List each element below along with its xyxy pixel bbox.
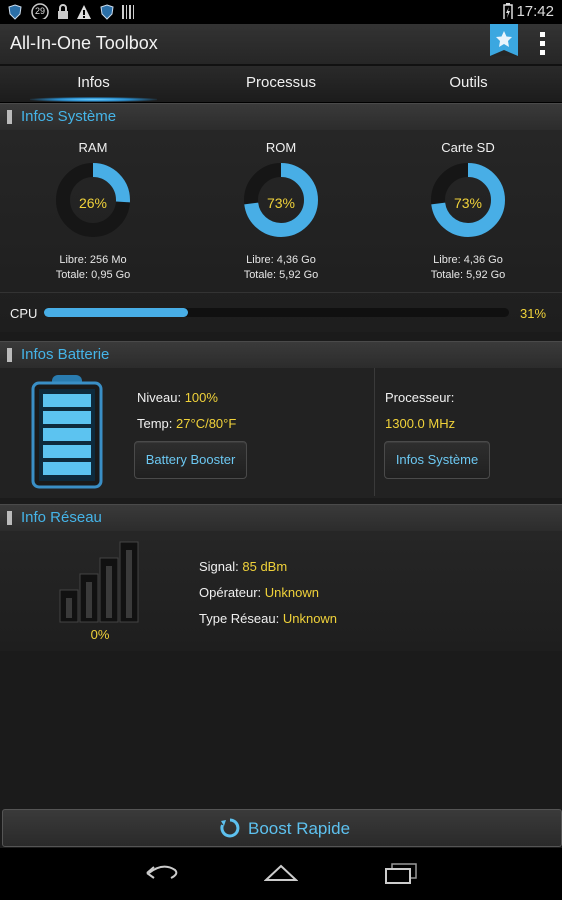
boost-refresh-icon (220, 818, 240, 838)
processor-label: Processeur: (385, 390, 455, 405)
network-type-value: Unknown (282, 611, 338, 626)
tab-processus[interactable]: Processus (187, 66, 375, 102)
cpu-progress-bar (44, 308, 509, 317)
favorite-button[interactable] (490, 24, 518, 56)
overflow-menu-icon[interactable] (532, 30, 552, 58)
home-icon[interactable] (264, 862, 298, 884)
rom-free: Libre: 4,36 Go (246, 254, 316, 266)
action-bar: All-In-One Toolbox (0, 24, 562, 66)
network-type-label: Type Réseau: (199, 611, 280, 626)
section-title: Infos Système (21, 108, 117, 125)
battery-info-header: Infos Batterie (0, 341, 562, 369)
ram-title: RAM (78, 140, 108, 155)
battery-level-label: Niveau: (137, 390, 182, 405)
ram-gauge: RAM 26% Libre: 256 Mo Totale: 0,95 Go (48, 140, 138, 281)
battery-charging-icon (503, 3, 513, 19)
sd-title: Carte SD (441, 140, 495, 155)
cpu-progress-fill (44, 308, 189, 317)
lock-icon (58, 4, 68, 19)
battery-temp: Temp: 27°C/80°F (137, 416, 236, 431)
sd-percent: 73% (453, 195, 483, 211)
signal-label: Signal: (199, 559, 239, 574)
notification-count: 29 (34, 6, 45, 16)
boost-label: Boost Rapide (248, 819, 351, 838)
signal-bars-icon (59, 541, 139, 623)
system-info-button[interactable]: Infos Système (384, 441, 490, 479)
sd-gauge: Carte SD 73% Libre: 4,36 Go Totale: 5,92… (423, 140, 513, 281)
boost-button[interactable]: Boost Rapide (2, 809, 562, 847)
battery-cell (43, 462, 91, 475)
battery-cell (43, 394, 91, 407)
section-title: Infos Batterie (21, 346, 110, 363)
system-info-header: Infos Système (0, 103, 562, 131)
operator-value: Unknown (264, 585, 319, 600)
barcode-icon (122, 5, 134, 19)
battery-booster-button[interactable]: Battery Booster (134, 441, 247, 479)
clock: 17:42 (516, 3, 554, 20)
section-title: Info Réseau (21, 509, 102, 526)
back-icon[interactable] (145, 862, 179, 884)
battery-cell (43, 445, 91, 458)
rom-gauge: ROM 73% Libre: 4,36 Go Totale: 5,92 Go (236, 140, 326, 281)
status-bar: 29 17:42 (0, 0, 562, 24)
tab-outils[interactable]: Outils (375, 66, 562, 102)
network-type-row: Type Réseau: Unknown (199, 611, 337, 626)
recents-icon[interactable] (384, 862, 418, 884)
ram-total: Totale: 0,95 Go (55, 269, 131, 281)
rom-title: ROM (265, 140, 297, 155)
battery-cell (43, 428, 91, 441)
tab-bar: Infos Processus Outils (0, 66, 562, 103)
divider (374, 368, 375, 496)
network-info-header: Info Réseau (0, 504, 562, 532)
sd-total: Totale: 5,92 Go (430, 269, 506, 281)
signal-percent: 0% (90, 627, 110, 642)
signal-row: Signal: 85 dBm (199, 559, 287, 574)
warning-icon (77, 5, 91, 19)
shield-icon (100, 4, 114, 20)
battery-temp-value: 27°C/80°F (176, 416, 237, 431)
operator-row: Opérateur: Unknown (199, 585, 319, 600)
navigation-bar (0, 848, 562, 900)
cpu-percent: 31% (520, 306, 547, 321)
sd-free: Libre: 4,36 Go (433, 254, 503, 266)
app-title: All-In-One Toolbox (10, 33, 158, 53)
battery-level: Niveau: 100% (137, 390, 218, 405)
shield-icon (8, 4, 22, 20)
cpu-label: CPU (10, 306, 38, 321)
active-tab-indicator (30, 97, 157, 102)
star-icon (490, 31, 518, 56)
signal-value: 85 dBm (242, 559, 288, 574)
battery-cell (43, 411, 91, 424)
operator-label: Opérateur: (199, 585, 262, 600)
processor-value: 1300.0 MHz (385, 416, 456, 431)
battery-icon (31, 375, 103, 489)
battery-level-value: 100% (184, 390, 218, 405)
rom-percent: 73% (266, 195, 296, 211)
ram-percent: 26% (78, 195, 108, 211)
rom-total: Totale: 5,92 Go (243, 269, 319, 281)
system-info-panel: RAM 26% Libre: 256 Mo Totale: 0,95 Go RO… (0, 130, 562, 332)
battery-temp-label: Temp: (137, 416, 173, 431)
ram-free: Libre: 256 Mo (59, 254, 127, 266)
